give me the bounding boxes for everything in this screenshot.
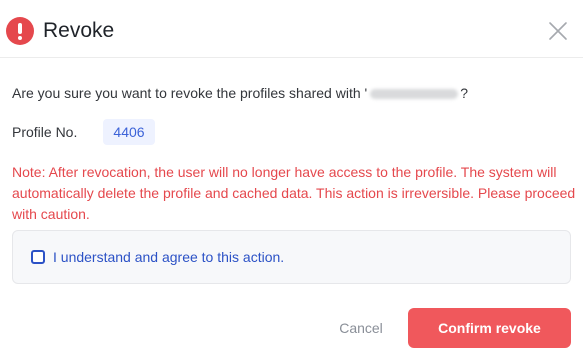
cancel-button[interactable]: Cancel xyxy=(330,308,392,348)
revoke-dialog: Revoke Are you sure you want to revoke t… xyxy=(0,0,583,360)
question-prefix: Are you sure you want to revoke the prof… xyxy=(12,85,368,101)
agree-label[interactable]: I understand and agree to this action. xyxy=(53,248,284,266)
close-icon[interactable] xyxy=(546,19,570,43)
profile-number-badge: 4406 xyxy=(103,119,155,145)
warning-note: Note: After revocation, the user will no… xyxy=(12,164,576,222)
warning-icon xyxy=(6,17,34,45)
confirmation-question: Are you sure you want to revoke the prof… xyxy=(12,84,468,102)
agreement-box: I understand and agree to this action. xyxy=(12,230,571,284)
question-suffix: ? xyxy=(460,85,468,101)
dialog-title: Revoke xyxy=(43,19,115,42)
agree-checkbox[interactable] xyxy=(31,250,45,264)
masked-recipient xyxy=(370,89,459,100)
confirm-revoke-button[interactable]: Confirm revoke xyxy=(408,308,571,348)
dialog-header: Revoke xyxy=(0,0,583,58)
profile-number-label: Profile No. xyxy=(12,124,78,140)
